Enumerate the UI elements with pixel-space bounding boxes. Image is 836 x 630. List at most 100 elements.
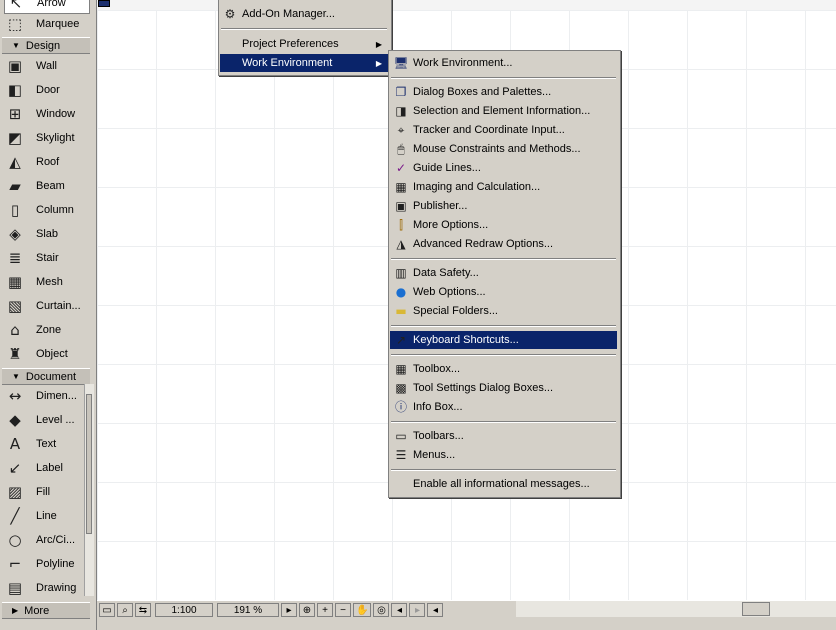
- menu-item-tracker-and-coordinate-input[interactable]: ⌖ Tracker and Coordinate Input...: [390, 121, 617, 139]
- menu-item-keyboard-shortcuts[interactable]: ↗ Keyboard Shortcuts...: [390, 331, 617, 349]
- tool-slab[interactable]: ◈ Slab: [4, 223, 90, 245]
- next-zoom-icon[interactable]: ▸: [409, 603, 426, 617]
- arrow-icon-wrap: ↖: [5, 0, 27, 13]
- tool-label[interactable]: ↙ Label: [4, 457, 90, 479]
- zoom-area-icon[interactable]: ⊕: [299, 603, 315, 617]
- previous-zoom-icon[interactable]: ◂: [391, 603, 408, 617]
- tool-label: Level ...: [36, 414, 75, 426]
- tool-label: Fill: [36, 486, 51, 498]
- dialog-boxes-icon-wrap: ❐: [393, 84, 409, 100]
- window-icon: ⊞: [8, 104, 22, 123]
- menu-item-guide-lines[interactable]: ✓ Guide Lines...: [390, 159, 617, 177]
- tool-beam[interactable]: ▰ Beam: [4, 175, 90, 197]
- menu-item-menus[interactable]: ☰ Menus...: [390, 446, 617, 464]
- tool-dimension[interactable]: ↔ Dimen...: [4, 385, 90, 407]
- tool-marquee[interactable]: ⬚ Marquee: [4, 13, 90, 35]
- tool-skylight[interactable]: ◩ Skylight: [4, 127, 90, 149]
- menu-item-enable-all-informational-messages[interactable]: Enable all informational messages...: [390, 475, 617, 493]
- tool-roof[interactable]: ◭ Roof: [4, 151, 90, 173]
- menu-item-web-options[interactable]: ● Web Options...: [390, 283, 617, 301]
- swap-view-icon[interactable]: ⇆: [135, 603, 151, 617]
- tool-curtain-wall[interactable]: ▧ Curtain...: [4, 295, 90, 317]
- menu-item-work-environment[interactable]: 🖥 Work Environment...: [390, 54, 617, 72]
- menu-item-dialog-boxes-and-palettes[interactable]: ❐ Dialog Boxes and Palettes...: [390, 83, 617, 101]
- web-globe-icon: ●: [395, 285, 407, 299]
- menu-separator: [221, 28, 387, 30]
- design-section-header[interactable]: ▼ Design: [2, 37, 90, 54]
- blank-wrap: [393, 476, 409, 492]
- menu-item-project-preferences[interactable]: Project Preferences ▶: [220, 35, 388, 53]
- tool-column[interactable]: ▯ Column: [4, 199, 90, 221]
- horizontal-scrollbar[interactable]: [516, 601, 836, 617]
- play-arrow-icon[interactable]: ▸: [281, 603, 297, 617]
- menu-item-label: Menus...: [413, 449, 456, 461]
- beam-icon-wrap: ▰: [4, 176, 26, 196]
- zoom-inspect-icon[interactable]: ⌕: [117, 603, 133, 617]
- toolbars-icon: ▭: [395, 429, 407, 443]
- tool-arc-circle[interactable]: ○ Arc/Ci...: [4, 529, 90, 551]
- tool-fill[interactable]: ▨ Fill: [4, 481, 90, 503]
- tool-arrow[interactable]: ↖ Arrow: [4, 0, 90, 14]
- tool-drawing[interactable]: ▤ Drawing: [4, 577, 90, 599]
- menu-item-data-safety[interactable]: ▥ Data Safety...: [390, 264, 617, 282]
- line-icon: ╱: [10, 506, 20, 525]
- tool-object[interactable]: ♜ Object: [4, 343, 90, 365]
- menu-item-add-on-manager[interactable]: ⚙ Add-On Manager...: [220, 5, 388, 23]
- menu-item-special-folders[interactable]: ▬ Special Folders...: [390, 302, 617, 320]
- document-section-header[interactable]: ▼ Document: [2, 368, 90, 385]
- collapse-triangle-icon: ▼: [12, 41, 20, 50]
- level-dimension-icon: ◆: [9, 410, 21, 429]
- skylight-icon: ◩: [7, 128, 23, 147]
- more-options-icon-wrap: ⫿: [393, 217, 409, 233]
- tool-zone[interactable]: ⌂ Zone: [4, 319, 90, 341]
- view-toggle-icon[interactable]: ▭: [99, 603, 115, 617]
- menu-item-info-box[interactable]: ⓘ Info Box...: [390, 398, 617, 416]
- menu-item-imaging-and-calculation[interactable]: ▦ Imaging and Calculation...: [390, 178, 617, 196]
- column-icon: ▯: [10, 200, 20, 219]
- tool-mesh[interactable]: ▦ Mesh: [4, 271, 90, 293]
- scrollbar-thumb[interactable]: [86, 394, 92, 534]
- menu-item-more-options[interactable]: ⫿ More Options...: [390, 216, 617, 234]
- menu-item-mouse-constraints-and-methods[interactable]: 🖱 Mouse Constraints and Methods...: [390, 140, 617, 158]
- menu-item-selection-and-element-information[interactable]: ◨ Selection and Element Information...: [390, 102, 617, 120]
- menu-item-toolbars[interactable]: ▭ Toolbars...: [390, 427, 617, 445]
- tool-window[interactable]: ⊞ Window: [4, 103, 90, 125]
- menu-item-work-environment[interactable]: Work Environment ▶: [220, 54, 388, 72]
- menu-item-label: Toolbars...: [413, 430, 464, 442]
- scroll-left-icon[interactable]: ◂: [427, 603, 444, 617]
- tool-level-dimension[interactable]: ◆ Level ...: [4, 409, 90, 431]
- menu-separator: [391, 77, 616, 79]
- pan-hand-icon[interactable]: ✋: [353, 603, 372, 617]
- tool-wall[interactable]: ▣ Wall: [4, 55, 90, 77]
- tool-stair[interactable]: ≣ Stair: [4, 247, 90, 269]
- menu-item-advanced-redraw-options[interactable]: ◮ Advanced Redraw Options...: [390, 235, 617, 253]
- fit-window-icon[interactable]: ◎: [373, 603, 390, 617]
- tool-label: Arrow: [37, 0, 66, 9]
- mesh-icon-wrap: ▦: [4, 272, 26, 292]
- roof-icon: ◭: [9, 152, 21, 171]
- tool-label: Slab: [36, 228, 59, 240]
- more-tools-button[interactable]: ▶ More: [2, 602, 90, 619]
- menu-item-label: Web Options...: [413, 286, 486, 298]
- scale-field[interactable]: 1:100: [155, 603, 213, 617]
- tool-line[interactable]: ╱ Line: [4, 505, 90, 527]
- tool-label: Dimen...: [36, 390, 77, 402]
- menu-separator: [391, 469, 616, 471]
- menu-item-tool-settings-dialog-boxes[interactable]: ▩ Tool Settings Dialog Boxes...: [390, 379, 617, 397]
- tool-door[interactable]: ◧ Door: [4, 79, 90, 101]
- menu-item-publisher[interactable]: ▣ Publisher...: [390, 197, 617, 215]
- menu-item-toolbox[interactable]: ▦ Toolbox...: [390, 360, 617, 378]
- zoom-field[interactable]: 191 %: [217, 603, 279, 617]
- zoom-out-icon[interactable]: −: [335, 603, 351, 617]
- guide-lines-icon-wrap: ✓: [393, 160, 409, 176]
- scrollbar-thumb[interactable]: [742, 602, 770, 616]
- options-menu: ⚙ Add-On Manager... Project Preferences ▶ Wo…: [218, 0, 392, 76]
- tool-text[interactable]: A Text: [4, 433, 90, 455]
- menu-item-label: Mouse Constraints and Methods...: [413, 143, 581, 155]
- toolbox-scrollbar[interactable]: [84, 384, 94, 596]
- tool-label: Wall: [36, 60, 57, 72]
- tool-polyline[interactable]: ⌐ Polyline: [4, 553, 90, 575]
- zoom-in-icon[interactable]: +: [317, 603, 333, 617]
- slab-icon-wrap: ◈: [4, 224, 26, 244]
- selection-info-icon-wrap: ◨: [393, 103, 409, 119]
